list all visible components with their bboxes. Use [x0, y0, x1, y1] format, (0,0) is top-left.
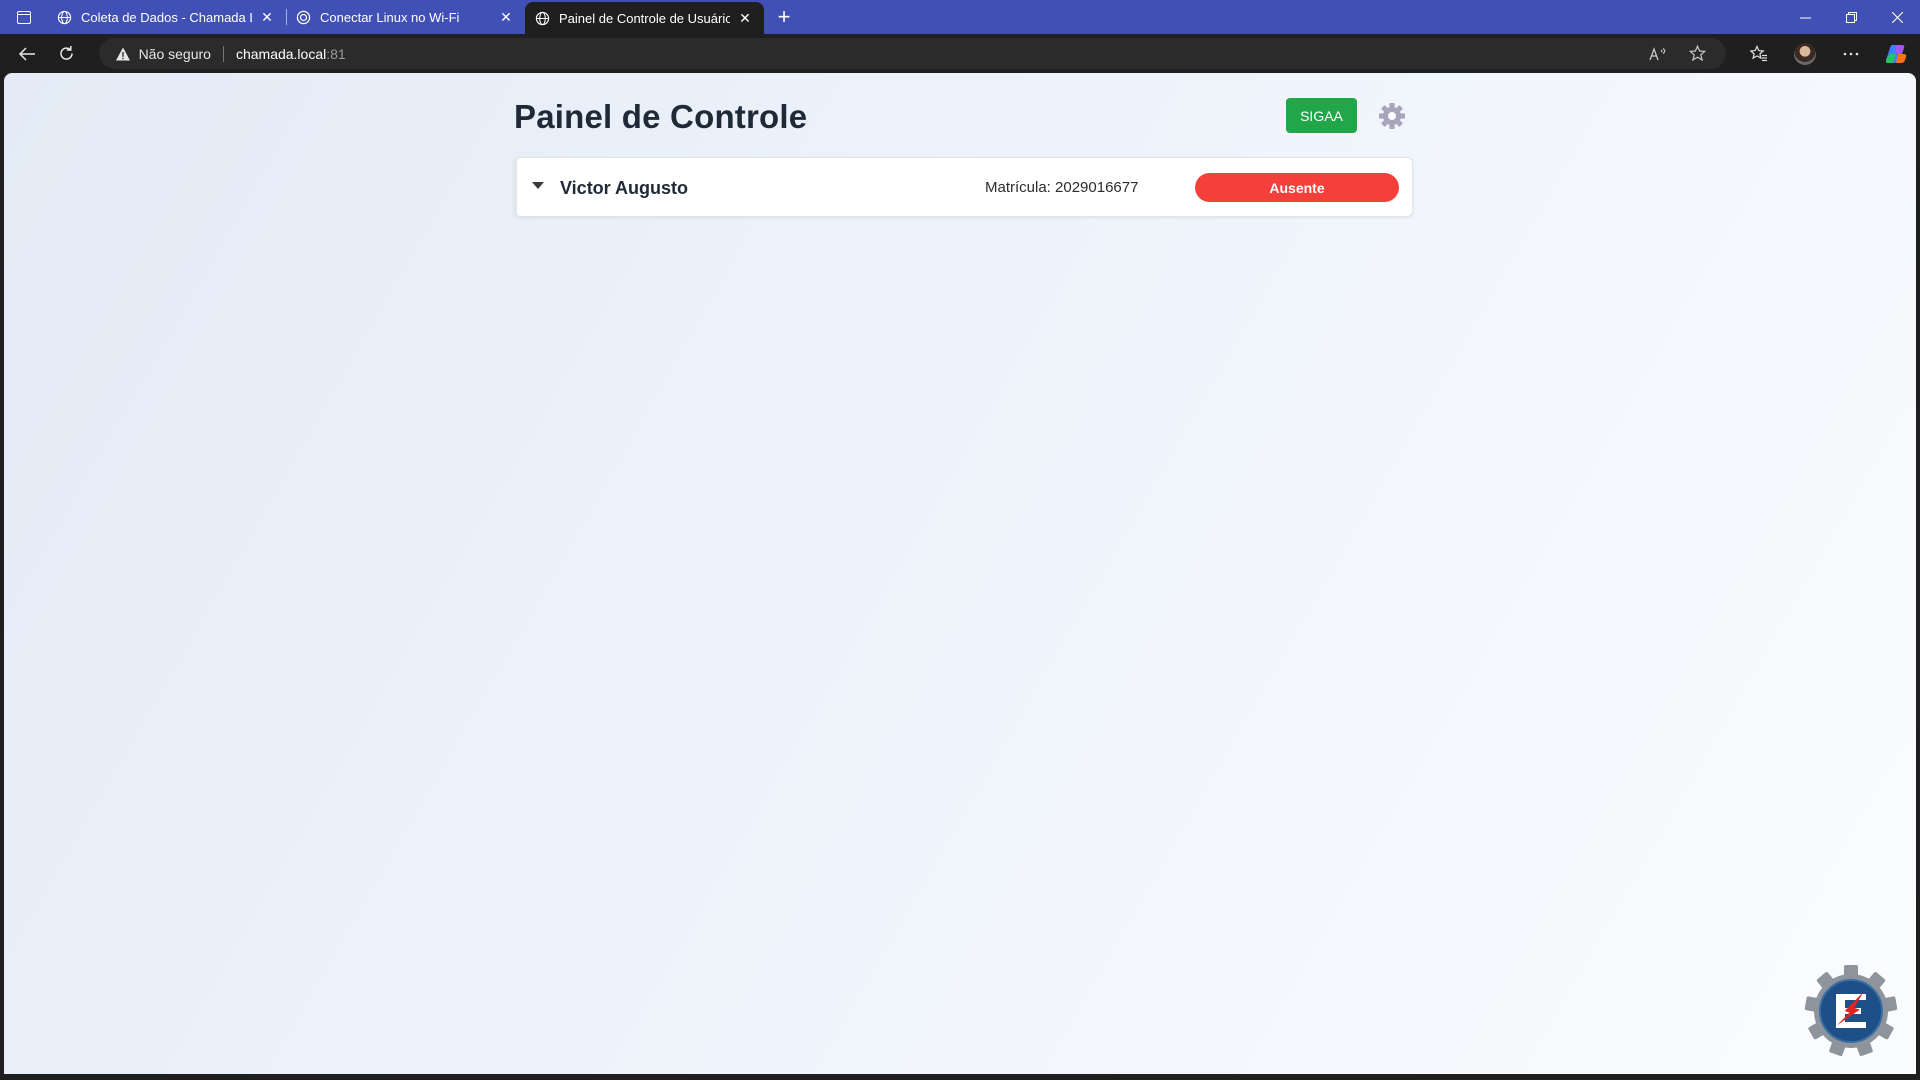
new-tab-button[interactable]: +: [764, 0, 804, 34]
header-row: Painel de Controle SIGAA: [510, 73, 1414, 157]
tab-title: Coleta de Dados - Chamada Local: [81, 9, 252, 25]
warning-icon[interactable]: [115, 46, 131, 62]
tab-conectar-linux[interactable]: Conectar Linux no Wi-Fi ✕: [286, 0, 525, 34]
reload-icon: [60, 46, 73, 60]
user-matricula: Matrícula: 2029016677: [985, 179, 1139, 196]
tab-actions-button[interactable]: [0, 0, 47, 34]
profile-button[interactable]: [1782, 38, 1828, 70]
chatgpt-icon: [295, 9, 311, 25]
copilot-icon: [1885, 44, 1907, 63]
chevron-down-icon[interactable]: [531, 180, 545, 192]
close-window-icon[interactable]: [1874, 0, 1920, 34]
close-icon[interactable]: ✕: [736, 9, 754, 27]
sigaa-button[interactable]: SIGAA: [1286, 98, 1357, 133]
tab-strip: Coleta de Dados - Chamada Local ✕ Conect…: [0, 0, 1920, 34]
tab-title: Conectar Linux no Wi-Fi: [320, 9, 460, 25]
back-button[interactable]: [7, 38, 47, 70]
tab-coleta-de-dados[interactable]: Coleta de Dados - Chamada Local ✕: [47, 0, 286, 34]
read-aloud-icon[interactable]: [1644, 40, 1672, 68]
tab-title: Painel de Controle de Usuários: [559, 10, 730, 26]
favorites-icon: [1749, 45, 1767, 62]
gear-icon: [1379, 103, 1405, 129]
page-title: Painel de Controle: [514, 98, 808, 135]
address-separator: [222, 45, 224, 62]
close-icon[interactable]: ✕: [258, 8, 276, 26]
reload-button[interactable]: [47, 38, 87, 70]
globe-icon: [534, 10, 550, 26]
tab-actions-icon: [16, 10, 31, 24]
url-host[interactable]: chamada.local: [236, 46, 326, 62]
browser-toolbar: Não seguro chamada.local :81: [0, 34, 1920, 73]
address-bar-actions: [1644, 38, 1712, 69]
copilot-button[interactable]: [1874, 38, 1920, 70]
toolbar-right: [1736, 38, 1920, 70]
window-bottom-edge: [0, 1074, 1920, 1080]
globe-icon: [56, 9, 72, 25]
security-label[interactable]: Não seguro: [139, 46, 211, 62]
main-container: Painel de Controle SIGAA Victor Augusto …: [510, 73, 1414, 217]
favorites-button[interactable]: [1736, 38, 1782, 70]
favorite-star-icon[interactable]: [1684, 40, 1712, 68]
minimize-icon[interactable]: [1782, 0, 1828, 34]
user-name: Victor Augusto: [560, 178, 689, 198]
back-arrow-icon: [18, 46, 35, 61]
url-port[interactable]: :81: [326, 46, 345, 62]
address-bar[interactable]: Não seguro chamada.local :81: [98, 38, 1726, 69]
avatar: [1793, 42, 1816, 65]
restore-icon[interactable]: [1828, 0, 1874, 34]
status-badge[interactable]: Ausente: [1195, 173, 1399, 202]
page-viewport: Painel de Controle SIGAA Victor Augusto …: [4, 73, 1916, 1074]
gear-logo: [1803, 963, 1899, 1059]
more-options-button[interactable]: [1828, 38, 1874, 70]
settings-button[interactable]: [1376, 100, 1408, 132]
user-card[interactable]: Victor Augusto Matrícula: 2029016677 Aus…: [514, 157, 1413, 217]
more-icon: [1843, 52, 1859, 55]
tab-painel-de-controle[interactable]: Painel de Controle de Usuários ✕: [525, 2, 764, 34]
close-icon[interactable]: ✕: [497, 8, 515, 26]
window-controls: [1782, 0, 1920, 34]
